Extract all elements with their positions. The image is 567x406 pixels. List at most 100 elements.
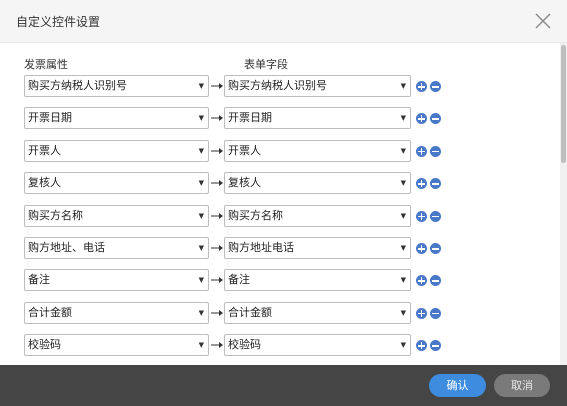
arrow-right-icon <box>210 274 224 286</box>
mapping-row: 购买方名称 ▼ 购买方名称 ▼ <box>0 204 560 229</box>
plus-circle-icon[interactable] <box>416 243 427 254</box>
caret-down-icon: ▼ <box>198 82 204 90</box>
invoice-attr-select[interactable]: 备注 ▼ <box>24 269 209 292</box>
cancel-button[interactable]: 取消 <box>494 374 550 397</box>
invoice-attr-value: 购买方纳税人识别号 <box>28 79 127 92</box>
invoice-attr-value: 合计金额 <box>28 305 72 319</box>
arrow-right-icon <box>210 339 224 351</box>
form-field-select[interactable]: 开票日期 ▼ <box>224 107 411 130</box>
caret-down-icon: ▼ <box>198 276 204 285</box>
caret-down-icon: ▼ <box>198 146 204 155</box>
form-field-value: 备注 <box>228 273 250 287</box>
caret-down-icon: ▼ <box>198 244 204 252</box>
form-field-select[interactable]: 购方地址电话 ▼ <box>224 237 411 259</box>
invoice-attr-header: 发票属性 <box>24 58 68 71</box>
plus-circle-icon[interactable] <box>416 145 427 157</box>
mapping-list: 发票属性 表单字段 购买方纳税人识别号 ▼ 购买方纳税人识别号 ▼ 开票日期 ▼ 开票日期 ▼… <box>0 43 567 365</box>
invoice-attr-value: 校验码 <box>28 338 61 352</box>
minus-circle-icon[interactable] <box>430 275 441 287</box>
minus-circle-icon[interactable] <box>430 178 441 190</box>
form-field-select[interactable]: 合计金额 ▼ <box>224 301 411 324</box>
arrow-right-icon <box>210 242 224 254</box>
invoice-attr-select[interactable]: 复核人 ▼ <box>24 172 209 195</box>
confirm-button[interactable]: 确认 <box>429 374 486 397</box>
arrow-right-icon <box>210 177 224 189</box>
arrow-right-icon <box>210 145 224 157</box>
form-field-value: 开票人 <box>228 143 261 157</box>
caret-down-icon: ▼ <box>198 211 204 220</box>
invoice-attr-value: 复核人 <box>28 176 61 190</box>
mapping-row: 开票日期 ▼ 开票日期 ▼ <box>0 107 560 131</box>
caret-down-icon: ▼ <box>400 114 406 123</box>
minus-circle-icon[interactable] <box>430 307 441 319</box>
invoice-attr-select[interactable]: 校验码 ▼ <box>24 334 209 357</box>
form-field-select[interactable]: 校验码 ▼ <box>224 334 411 357</box>
mapping-row: 购方地址、电话 ▼ 购方地址电话 ▼ <box>0 237 560 261</box>
caret-down-icon: ▼ <box>400 82 406 90</box>
form-field-value: 购买方纳税人识别号 <box>228 79 327 92</box>
invoice-attr-select[interactable]: 合计金额 ▼ <box>24 301 209 324</box>
invoice-attr-select[interactable]: 购买方纳税人识别号 ▼ <box>24 75 209 97</box>
caret-down-icon: ▼ <box>198 308 204 317</box>
caret-down-icon: ▼ <box>198 179 204 188</box>
arrow-right-icon <box>210 210 224 222</box>
arrow-right-icon <box>210 307 224 319</box>
form-field-header: 表单字段 <box>244 58 288 71</box>
close-icon[interactable] <box>533 11 553 31</box>
invoice-attr-select[interactable]: 开票人 ▼ <box>24 139 209 162</box>
plus-circle-icon[interactable] <box>416 81 427 92</box>
mapping-row: 合计金额 ▼ 合计金额 ▼ <box>0 301 560 326</box>
minus-circle-icon[interactable] <box>430 145 441 157</box>
form-field-value: 合计金额 <box>228 305 272 319</box>
mapping-row: 复核人 ▼ 复核人 ▼ <box>0 172 560 196</box>
mapping-row: 备注 ▼ 备注 ▼ <box>0 269 560 293</box>
caret-down-icon: ▼ <box>198 341 204 350</box>
invoice-attr-select[interactable]: 开票日期 ▼ <box>24 107 209 130</box>
caret-down-icon: ▼ <box>400 308 406 317</box>
form-field-select[interactable]: 购买方纳税人识别号 ▼ <box>224 75 411 97</box>
invoice-attr-value: 开票人 <box>28 143 61 157</box>
plus-circle-icon[interactable] <box>416 113 427 125</box>
caret-down-icon: ▼ <box>400 179 406 188</box>
invoice-attr-select[interactable]: 购方地址、电话 ▼ <box>24 237 209 259</box>
form-field-select[interactable]: 购买方名称 ▼ <box>224 204 411 227</box>
scrollbar-thumb[interactable] <box>561 45 566 163</box>
minus-circle-icon[interactable] <box>430 81 441 92</box>
invoice-attr-value: 购买方名称 <box>28 208 83 222</box>
invoice-attr-select[interactable]: 购买方名称 ▼ <box>24 204 209 227</box>
invoice-attr-value: 备注 <box>28 273 50 287</box>
invoice-attr-value: 购方地址、电话 <box>28 241 105 254</box>
form-field-select[interactable]: 开票人 ▼ <box>224 139 411 162</box>
minus-circle-icon[interactable] <box>430 210 441 222</box>
form-field-value: 开票日期 <box>228 111 272 125</box>
arrow-right-icon <box>210 112 224 124</box>
caret-down-icon: ▼ <box>400 244 406 252</box>
mapping-row: 开票人 ▼ 开票人 ▼ <box>0 139 560 164</box>
mapping-row: 校验码 ▼ 校验码 ▼ <box>0 334 560 358</box>
plus-circle-icon[interactable] <box>416 307 427 319</box>
minus-circle-icon[interactable] <box>430 113 441 125</box>
form-field-value: 校验码 <box>228 338 261 352</box>
plus-circle-icon[interactable] <box>416 210 427 222</box>
minus-circle-icon[interactable] <box>430 340 441 352</box>
invoice-attr-value: 开票日期 <box>28 111 72 125</box>
dialog-title: 自定义控件设置 <box>16 15 101 29</box>
form-field-select[interactable]: 备注 ▼ <box>224 269 411 292</box>
caret-down-icon: ▼ <box>400 146 406 155</box>
arrow-right-icon <box>210 80 224 92</box>
dialog-titlebar: 自定义控件设置 <box>0 0 567 43</box>
form-field-value: 购方地址电话 <box>228 241 294 254</box>
scrollbar[interactable] <box>560 43 567 365</box>
minus-circle-icon[interactable] <box>430 243 441 254</box>
form-field-value: 购买方名称 <box>228 208 283 222</box>
dialog-footer: 确认 取消 <box>0 365 567 406</box>
caret-down-icon: ▼ <box>400 211 406 220</box>
form-field-value: 复核人 <box>228 176 261 190</box>
caret-down-icon: ▼ <box>400 341 406 350</box>
form-field-select[interactable]: 复核人 ▼ <box>224 172 411 195</box>
plus-circle-icon[interactable] <box>416 275 427 287</box>
caret-down-icon: ▼ <box>198 114 204 123</box>
plus-circle-icon[interactable] <box>416 178 427 190</box>
plus-circle-icon[interactable] <box>416 340 427 352</box>
caret-down-icon: ▼ <box>400 276 406 285</box>
